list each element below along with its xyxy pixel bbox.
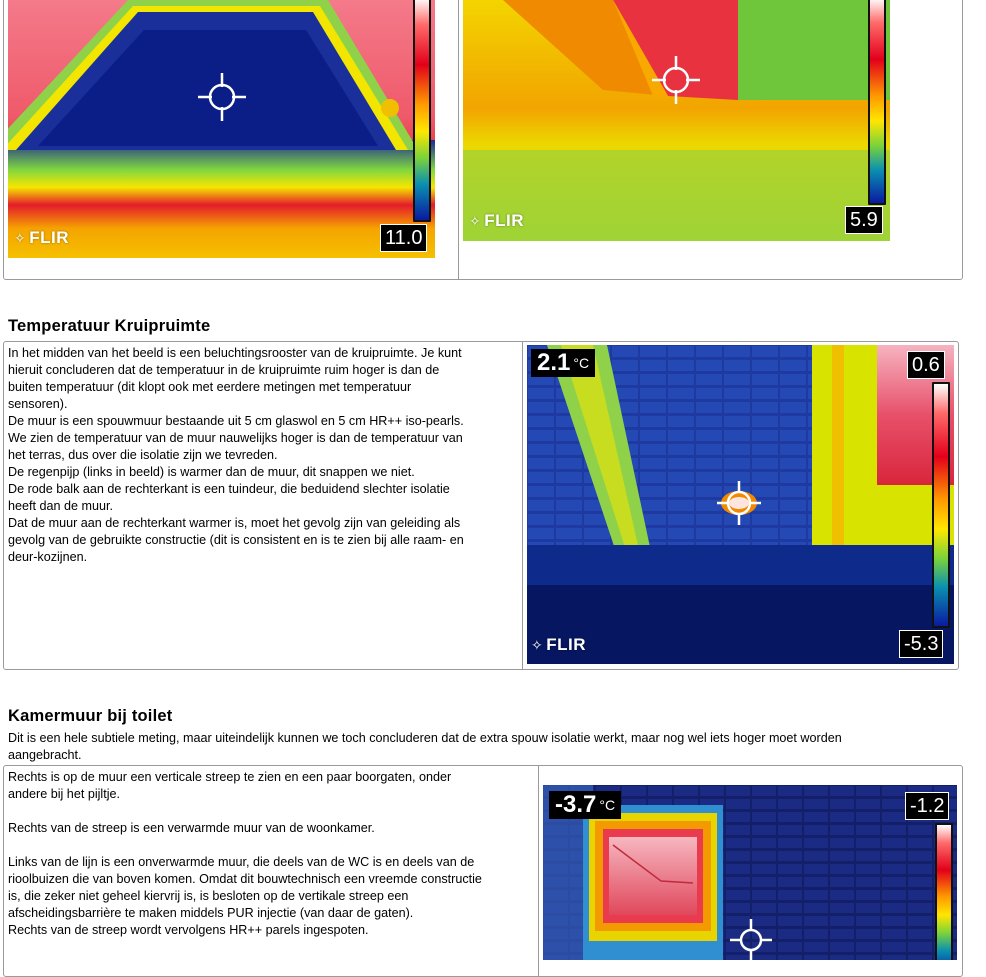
thermal-image-kamermuur: -3.7 °C -1.2	[543, 785, 957, 960]
crosshair-icon	[717, 481, 761, 525]
scale-max-value: 0.6	[907, 351, 945, 379]
text-line: We zien de temperatuur van de muur nauwe…	[8, 431, 463, 445]
table-divider	[538, 766, 539, 976]
scale-max-value: -1.2	[905, 792, 950, 820]
section-title: Temperatuur Kruipruimte	[8, 317, 211, 335]
text-line: is, die zeker niet geheel kiervrij is, i…	[8, 889, 409, 903]
temperature-scale-bar	[413, 0, 431, 222]
thermal-image-corner: 5.9 ✧ FLIR	[463, 0, 890, 241]
temperature-scale-bar	[935, 823, 953, 960]
text-line: het terras, dus over die isolatie zijn w…	[8, 448, 278, 462]
kamermuur-description: Rechts is op de muur een verticale stree…	[8, 769, 482, 939]
text-line: In het midden van het beeld is een beluc…	[8, 346, 462, 360]
text-line: sensoren).	[8, 397, 68, 411]
text-line: De muur is een spouwmuur bestaande uit 5…	[8, 414, 464, 428]
text-line: gevolg van de gebruikte constructie (dit…	[8, 533, 464, 547]
flir-logo: ✧ FLIR	[469, 211, 525, 230]
flir-logo: ✧ FLIR	[14, 228, 70, 247]
scale-min-value: -5.3	[899, 630, 944, 658]
scale-min-value: 11.0	[380, 224, 428, 252]
text-line: Rechts van de streep is een verwarmde mu…	[8, 821, 375, 835]
temperature-scale-bar	[932, 382, 950, 628]
thermal-image-roof: 11.0 ✧ FLIR	[8, 0, 435, 258]
thermal-image-kruipruimte: 2.1 °C 0.6 -5.3 ✧ FLIR	[527, 345, 954, 664]
flir-logo-icon: ✧	[531, 636, 544, 653]
crosshair-icon	[198, 73, 246, 121]
text-line: Dat de muur aan de rechterkant warmer is…	[8, 516, 461, 530]
kamermuur-intro: Dit is een hele subtiele meting, maar ui…	[8, 730, 842, 764]
spot-temperature: -3.7 °C	[549, 791, 622, 819]
text-line: Dit is een hele subtiele meting, maar ui…	[8, 731, 842, 745]
table-divider	[522, 342, 523, 669]
text-line: deur-kozijnen.	[8, 550, 88, 564]
text-line: De regenpijp (links in beeld) is warmer …	[8, 465, 415, 479]
text-line: afscheidingsbarrière te maken middels PU…	[8, 906, 414, 920]
kruipruimte-description: In het midden van het beeld is een beluc…	[8, 345, 464, 566]
flir-logo-icon: ✧	[469, 212, 482, 229]
text-line: De rode balk aan de rechterkant is een t…	[8, 482, 450, 496]
scale-min-value: 5.9	[845, 206, 883, 234]
text-line: Rechts van de streep wordt vervolgens HR…	[8, 923, 369, 937]
text-line: hieruit concluderen dat de temperatuur i…	[8, 363, 440, 377]
text-line: aangebracht.	[8, 748, 82, 762]
text-line: Links van de lijn is een onverwarmde muu…	[8, 855, 475, 869]
text-line: andere bij het pijltje.	[8, 787, 121, 801]
crosshair-icon	[730, 919, 772, 960]
flir-logo: ✧ FLIR	[531, 635, 587, 654]
flir-logo-icon: ✧	[14, 229, 27, 246]
text-line: Rechts is op de muur een verticale stree…	[8, 770, 452, 784]
temperature-scale-bar	[868, 0, 886, 205]
section-title: Kamermuur bij toilet	[8, 707, 173, 725]
text-line: rioolbuizen die van boven komen. Omdat d…	[8, 872, 482, 886]
crosshair-icon	[652, 56, 700, 104]
text-line: heeft dan de muur.	[8, 499, 114, 513]
table-divider	[458, 0, 459, 279]
text-line: buiten temperatuur (dit klopt ook met ee…	[8, 380, 412, 394]
spot-temperature: 2.1 °C	[531, 349, 596, 377]
